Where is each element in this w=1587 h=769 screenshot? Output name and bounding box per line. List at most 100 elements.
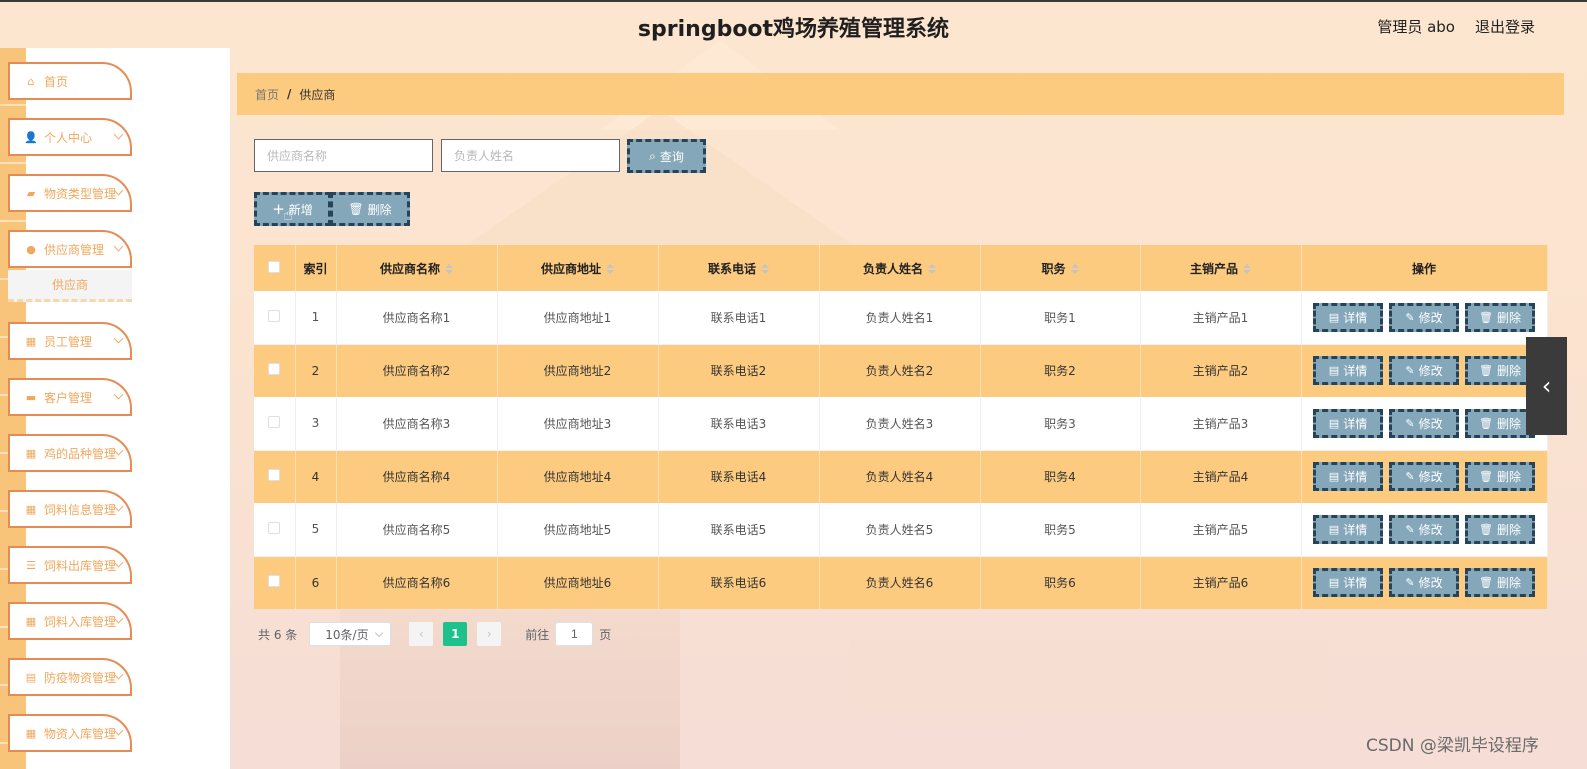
sidebar-item-4[interactable]: ▦ 员工管理	[8, 322, 132, 360]
sort-icon[interactable]	[761, 264, 769, 274]
collapse-panel-tab[interactable]: ‹	[1526, 337, 1567, 435]
delete-button[interactable]: 🗑 删除	[1465, 356, 1535, 386]
column-header-title[interactable]: 职务	[980, 245, 1141, 291]
sidebar-item-label: 个人中心	[44, 130, 93, 145]
edit-label: 修改	[1418, 522, 1443, 537]
row-checkbox[interactable]	[268, 415, 281, 428]
cell-address: 供应商地址6	[497, 556, 659, 609]
sidebar-item-label: 鸡的品种管理	[44, 446, 117, 461]
logout-link[interactable]: 退出登录	[1475, 16, 1535, 37]
column-header-address[interactable]: 供应商地址	[497, 245, 659, 291]
row-checkbox[interactable]	[268, 575, 281, 588]
row-checkbox[interactable]	[268, 363, 281, 376]
submenu-item-supplier[interactable]: 供应商	[8, 270, 132, 302]
table-row: 2 供应商名称2 供应商地址2 联系电话2 负责人姓名2 职务2 主销产品2 ▤ 详情 ✎ 修改 🗑 删…	[254, 344, 1548, 397]
prev-page-button[interactable]: ‹	[409, 622, 434, 646]
cell-name: 供应商名称5	[336, 503, 498, 557]
edit-label: 修改	[1418, 364, 1443, 379]
sidebar-item-5[interactable]: ▬ 客户管理	[8, 378, 132, 416]
sidebar-item-0[interactable]: ⌂ 首页	[8, 62, 132, 100]
edit-button[interactable]: ✎ 修改	[1389, 356, 1459, 386]
sort-icon[interactable]	[445, 264, 453, 274]
column-header-person[interactable]: 负责人姓名	[819, 245, 981, 291]
sidebar-item-11[interactable]: ▦ 物资入库管理	[8, 714, 132, 752]
edit-label: 修改	[1418, 470, 1443, 485]
sidebar-item-label: 饲料入库管理	[44, 614, 117, 629]
sidebar-item-8[interactable]: ☰ 饲料出库管理	[8, 546, 132, 584]
detail-label: 详情	[1343, 364, 1368, 379]
trash-icon: 🗑	[1479, 470, 1493, 484]
row-select-cell[interactable]	[254, 344, 296, 397]
batch-delete-button[interactable]: 🗑 删除	[330, 192, 410, 226]
query-button[interactable]: ⌕ 查询	[627, 139, 706, 173]
background-decoration	[850, 640, 1330, 710]
edit-button[interactable]: ✎ 修改	[1389, 514, 1459, 544]
row-select-cell[interactable]	[254, 503, 296, 557]
cell-address: 供应商地址1	[497, 291, 659, 345]
edit-icon: ✎	[1405, 576, 1415, 590]
row-select-cell[interactable]	[254, 450, 296, 503]
edit-button[interactable]: ✎ 修改	[1389, 408, 1459, 438]
person-name-input[interactable]	[441, 139, 620, 172]
goto-page-input[interactable]	[555, 622, 594, 646]
detail-button[interactable]: ▤ 详情	[1313, 568, 1383, 598]
column-header-product[interactable]: 主销产品	[1140, 245, 1302, 291]
table-row: 3 供应商名称3 供应商地址3 联系电话3 负责人姓名3 职务3 主销产品3 ▤ 详情 ✎ 修改 🗑 删…	[254, 397, 1548, 451]
row-actions: ▤ 详情 ✎ 修改 🗑 删除	[1301, 344, 1548, 397]
breadcrumb-home[interactable]: 首页	[255, 86, 279, 103]
delete-button[interactable]: 🗑 删除	[1465, 408, 1535, 438]
delete-button[interactable]: 🗑 删除	[1465, 514, 1535, 544]
row-checkbox[interactable]	[268, 521, 281, 534]
column-header-name[interactable]: 供应商名称	[336, 245, 498, 291]
sidebar-item-3[interactable]: ● 供应商管理	[8, 230, 132, 268]
cell-name: 供应商名称4	[336, 450, 498, 503]
select-all-checkbox[interactable]	[268, 260, 281, 273]
column-header-label: 供应商名称	[379, 261, 440, 276]
detail-button[interactable]: ▤ 详情	[1313, 514, 1383, 544]
briefcase-icon: ▬	[25, 390, 37, 404]
delete-button[interactable]: 🗑 删除	[1465, 302, 1535, 332]
page-number-current[interactable]: 1	[443, 622, 468, 646]
row-checkbox[interactable]	[268, 309, 281, 322]
detail-button[interactable]: ▤ 详情	[1313, 462, 1383, 492]
edit-button[interactable]: ✎ 修改	[1389, 462, 1459, 492]
edit-button[interactable]: ✎ 修改	[1389, 302, 1459, 332]
detail-label: 详情	[1343, 576, 1368, 591]
box-icon: ▰	[26, 186, 36, 200]
column-header-phone[interactable]: 联系电话	[658, 245, 820, 291]
detail-button[interactable]: ▤ 详情	[1313, 302, 1383, 332]
breadcrumb: 首页 / 供应商	[237, 73, 1564, 115]
sidebar-item-6[interactable]: ▦ 鸡的品种管理	[8, 434, 132, 472]
row-select-cell[interactable]	[254, 291, 296, 345]
sidebar-item-2[interactable]: ▰ 物资类型管理	[8, 174, 132, 212]
detail-button[interactable]: ▤ 详情	[1313, 408, 1383, 438]
batch-delete-label: 删除	[367, 202, 392, 217]
sidebar-item-9[interactable]: ▦ 饲料入库管理	[8, 602, 132, 640]
row-checkbox[interactable]	[268, 469, 281, 482]
next-page-button[interactable]: ›	[477, 622, 502, 646]
edit-button[interactable]: ✎ 修改	[1389, 568, 1459, 598]
column-header-label: 供应商地址	[540, 261, 601, 276]
delete-button[interactable]: 🗑 删除	[1465, 568, 1535, 598]
chevron-down-icon	[113, 333, 124, 344]
sidebar-item-label: 首页	[44, 74, 69, 89]
row-select-cell[interactable]	[254, 397, 296, 451]
sort-icon[interactable]	[1243, 264, 1251, 274]
select-all-cell[interactable]	[254, 245, 296, 291]
sort-icon[interactable]	[1070, 264, 1079, 274]
cell-phone: 联系电话6	[658, 556, 820, 609]
cell-product: 主销产品2	[1140, 344, 1302, 397]
sidebar-item-7[interactable]: ▦ 饲料信息管理	[8, 490, 132, 528]
sort-icon[interactable]	[606, 264, 614, 274]
supplier-name-input[interactable]	[254, 139, 433, 172]
cell-phone: 联系电话1	[658, 291, 820, 345]
row-select-cell[interactable]	[254, 556, 296, 609]
delete-button[interactable]: 🗑 删除	[1465, 462, 1535, 492]
page-size-select[interactable]: 10条/页	[309, 622, 392, 646]
sidebar-item-1[interactable]: 👤 个人中心	[8, 118, 132, 156]
cell-product: 主销产品3	[1140, 397, 1302, 451]
detail-button[interactable]: ▤ 详情	[1313, 356, 1383, 386]
sort-icon[interactable]	[928, 264, 936, 274]
sidebar-item-10[interactable]: ▤ 防疫物资管理	[8, 658, 132, 696]
sidebar-item-label: 物资类型管理	[44, 186, 117, 201]
